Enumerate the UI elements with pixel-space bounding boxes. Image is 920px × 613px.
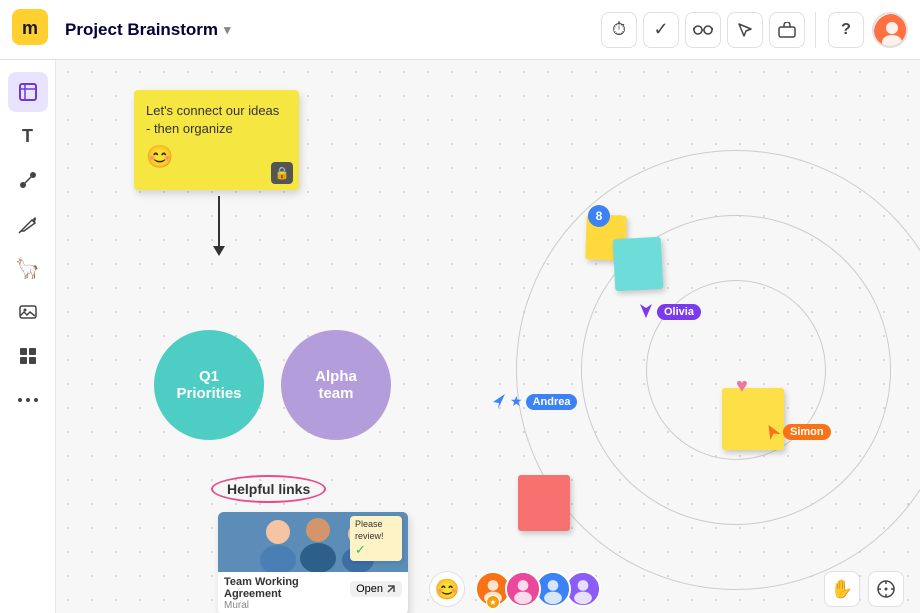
arrow-head — [213, 246, 225, 256]
topbar-left: m Project Brainstorm ▾ — [12, 9, 240, 50]
left-sidebar: T 🦙 — [0, 60, 56, 613]
sticky-note-text: Let's connect our ideas - then organize — [146, 102, 287, 138]
star-badge: ★ — [486, 595, 500, 609]
avatar-image — [874, 14, 908, 48]
sidebar-item-text[interactable]: T — [8, 116, 48, 156]
alpha-circle-text: Alpha team — [315, 368, 357, 402]
helpful-links-section: Helpful links — [211, 475, 326, 503]
avatar-user-2[interactable] — [505, 571, 541, 607]
briefcase-button[interactable] — [769, 12, 805, 48]
cursor-simon: Simon — [764, 422, 831, 440]
canvas-area[interactable]: Let's connect our ideas - then organize … — [56, 60, 920, 613]
sticky-note-ideas[interactable]: Let's connect our ideas - then organize … — [134, 90, 299, 190]
andrea-label: Andrea — [526, 394, 578, 410]
review-text: Please review! — [355, 519, 397, 542]
avatar-group: ★ — [475, 571, 601, 607]
sidebar-item-draw[interactable] — [8, 204, 48, 244]
check-button[interactable]: ✓ — [643, 12, 679, 48]
lock-icon: 🔒 — [271, 162, 293, 184]
bottombar-right: ✋ — [824, 571, 904, 607]
card-subtitle: Mural — [224, 600, 402, 611]
sidebar-item-more[interactable] — [8, 380, 48, 420]
card-open-button[interactable]: Open — [350, 581, 402, 597]
sticky-pink-1[interactable] — [518, 475, 570, 531]
project-title-button[interactable]: Project Brainstorm ▾ — [56, 15, 240, 45]
sticky-emoji: 😊 — [146, 144, 287, 170]
arrow-down — [213, 196, 225, 256]
emoji-reaction-button[interactable]: 😊 — [429, 571, 465, 607]
project-title: Project Brainstorm — [65, 20, 218, 40]
cursor-olivia: Olivia — [638, 302, 701, 320]
sidebar-item-apps[interactable] — [8, 336, 48, 376]
q1-circle-text: Q1 Priorities — [176, 368, 241, 402]
please-review-sticky: Please review! ✓ — [350, 516, 402, 561]
sidebar-item-frames[interactable] — [8, 72, 48, 112]
glasses-button[interactable] — [685, 12, 721, 48]
arrow-line — [218, 196, 220, 246]
number-badge-8: 8 — [588, 205, 610, 227]
minimap-button[interactable] — [868, 571, 904, 607]
sidebar-item-image[interactable] — [8, 292, 48, 332]
topbar-right: ⏱ ✓ ? — [601, 12, 908, 48]
help-button[interactable]: ? — [828, 12, 864, 48]
cursor-andrea: ★ Andrea — [491, 392, 577, 410]
topbar: m Project Brainstorm ▾ ⏱ ✓ ? — [0, 0, 920, 60]
main-area: T 🦙 Let's connect our ideas - then organ… — [0, 60, 920, 613]
card-title: Team Working Agreement — [224, 576, 350, 600]
sidebar-item-ai[interactable]: 🦙 — [8, 248, 48, 288]
svg-text:m: m — [22, 18, 38, 38]
alpha-team-circle[interactable]: Alpha team — [281, 330, 391, 440]
miro-logo[interactable]: m — [12, 9, 48, 50]
bottombar: 😊 ★ — [413, 565, 920, 613]
cursor-button[interactable] — [727, 12, 763, 48]
timer-button[interactable]: ⏱ — [601, 12, 637, 48]
user-avatar[interactable] — [872, 12, 908, 48]
heart-icon: ♥ — [736, 375, 748, 398]
check-icon: ✓ — [355, 542, 366, 557]
card-info: Team Working Agreement Open Mural — [218, 572, 408, 613]
sidebar-item-connect[interactable] — [8, 160, 48, 200]
olivia-label: Olivia — [657, 304, 701, 320]
dropdown-icon: ▾ — [224, 22, 231, 38]
hand-tool-button[interactable]: ✋ — [824, 571, 860, 607]
simon-label: Simon — [783, 424, 831, 440]
sticky-teal-1[interactable] — [613, 237, 664, 291]
helpful-links-label[interactable]: Helpful links — [211, 475, 326, 503]
q1-priorities-circle[interactable]: Q1 Priorities — [154, 330, 264, 440]
card-thumbnail[interactable]: Team Working Agreement Open Mural Please… — [218, 512, 408, 613]
